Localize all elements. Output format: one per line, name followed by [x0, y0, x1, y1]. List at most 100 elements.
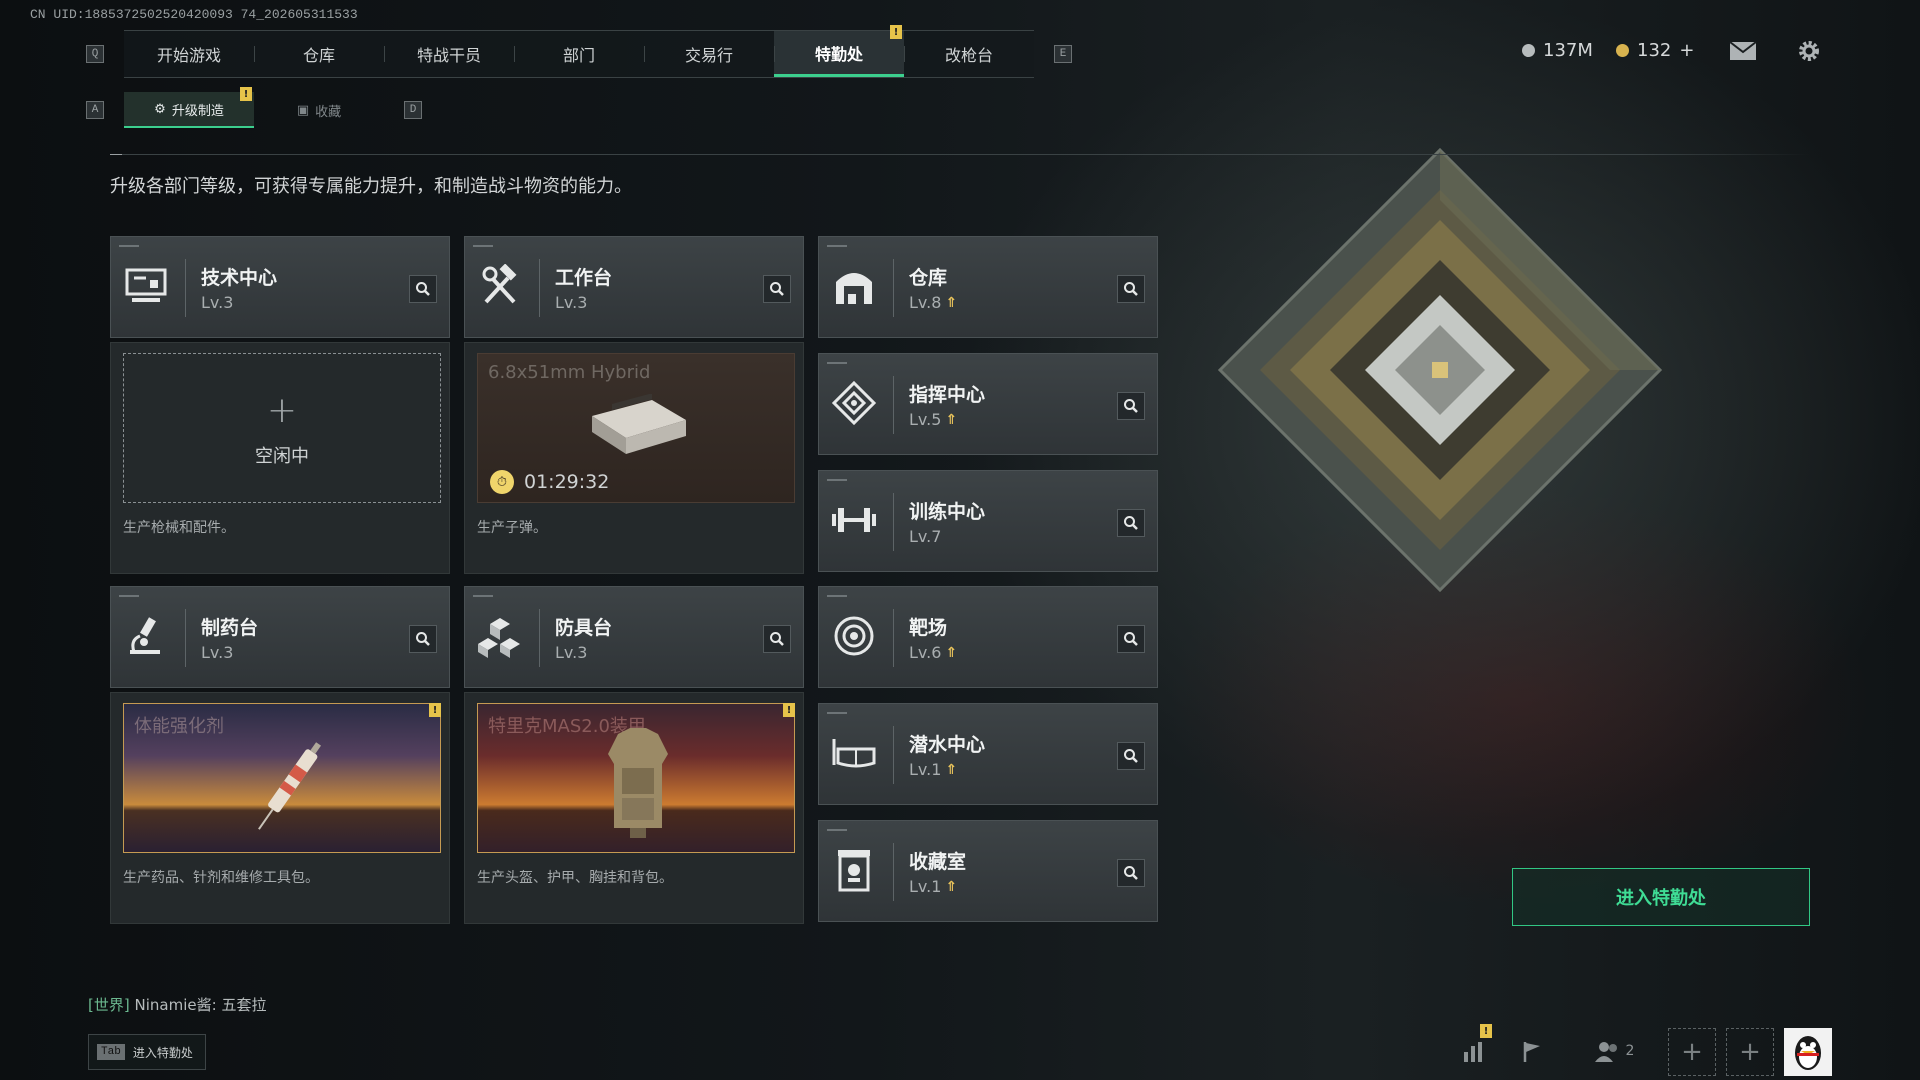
dept-name: 指挥中心: [909, 384, 986, 406]
dept-card-pharmacy[interactable]: 制药台 Lv.3: [110, 586, 450, 688]
tab-departments[interactable]: 部门: [514, 31, 644, 77]
dept-level: Lv.3: [201, 643, 234, 662]
penguin-icon: [1795, 1036, 1821, 1070]
special-ops-cube-illustration: [1210, 140, 1670, 600]
friends-count: 2: [1625, 1043, 1635, 1059]
tab-operators[interactable]: 特战干员: [384, 31, 514, 77]
header-divider: [110, 154, 1810, 155]
dept-card-armor-bench[interactable]: 防具台 Lv.3: [464, 586, 804, 688]
chat-channel: [世界]: [88, 996, 130, 1014]
production-slot[interactable]: 6.8x51mm Hybrid ⏱ 01:29:32: [477, 353, 795, 503]
idle-label: 空闲中: [255, 446, 309, 467]
production-slot[interactable]: 特里克MAS2.0装甲 !: [477, 703, 795, 853]
silver-currency: 137M: [1522, 40, 1593, 61]
chat-message[interactable]: [世界] Ninamie酱: 五套拉: [88, 994, 266, 1015]
dept-name: 仓库: [909, 267, 948, 289]
production-slot[interactable]: 体能强化剂 !: [123, 703, 441, 853]
tab-start-game[interactable]: 开始游戏: [124, 31, 254, 77]
search-icon[interactable]: [763, 275, 791, 303]
search-icon[interactable]: [409, 625, 437, 653]
clock-icon: ⏱: [490, 470, 514, 494]
dept-level: Lv.3: [201, 293, 234, 312]
nav-prev-key[interactable]: Q: [86, 45, 104, 63]
production-timer: ⏱ 01:29:32: [490, 470, 609, 494]
alert-badge: !: [1480, 1024, 1492, 1038]
dept-name: 工作台: [555, 267, 613, 289]
page-description: 升级各部门等级，可获得专属能力提升，和制造战斗物资的能力。: [110, 176, 632, 197]
search-icon[interactable]: [1117, 625, 1145, 653]
subnav-next-key[interactable]: D: [404, 101, 422, 119]
dept-name: 靶场: [909, 617, 948, 639]
dept-name: 防具台: [555, 617, 613, 639]
dumbbell-icon: [829, 495, 879, 545]
tab-upgrade-craft[interactable]: ⚙ 升级制造 !: [124, 87, 254, 128]
dept-name: 潜水中心: [909, 734, 986, 756]
dept-card-workbench[interactable]: 工作台 Lv.3: [464, 236, 804, 338]
armor-vest-image: [608, 728, 668, 838]
dept-card-training-center[interactable]: 训练中心 Lv.7: [818, 470, 1158, 572]
tab-warehouse[interactable]: 仓库: [254, 31, 384, 77]
armor-production-panel: 特里克MAS2.0装甲 ! 生产头盔、护甲、胸挂和背包。: [464, 692, 804, 924]
settings-gear-icon[interactable]: [1794, 38, 1824, 64]
sub-tabs: ⚙ 升级制造 ! ▣ 收藏: [124, 87, 384, 128]
target-icon: [829, 611, 879, 661]
tab-key: Tab: [97, 1044, 125, 1060]
enter-special-ops-button[interactable]: 进入特勤处: [1512, 868, 1810, 926]
dept-card-warehouse[interactable]: 仓库 Lv.8 ⇑: [818, 236, 1158, 338]
tab-hint[interactable]: Tab 进入特勤处: [88, 1034, 206, 1070]
search-icon[interactable]: [1117, 509, 1145, 537]
dept-card-collection-room[interactable]: 收藏室 Lv.1 ⇑: [818, 820, 1158, 922]
subnav-prev-key[interactable]: A: [86, 101, 104, 119]
dept-level: Lv.7: [909, 527, 942, 546]
search-icon[interactable]: [1117, 392, 1145, 420]
tab-trading[interactable]: 交易行: [644, 31, 774, 77]
chat-user: Ninamie酱:: [134, 996, 217, 1014]
idle-slot[interactable]: + 空闲中: [123, 353, 441, 503]
dept-name: 制药台: [201, 617, 259, 639]
dept-card-shooting-range[interactable]: 靶场 Lv.6 ⇑: [818, 586, 1158, 688]
upgrade-arrow-icon: ⇑: [945, 878, 958, 895]
add-gold-button[interactable]: +: [1679, 40, 1694, 61]
dept-level: Lv.3: [555, 293, 588, 312]
tab-special-ops[interactable]: 特勤处!: [774, 25, 904, 77]
sub-nav: A ⚙ 升级制造 ! ▣ 收藏 D: [86, 87, 422, 128]
search-icon[interactable]: [763, 625, 791, 653]
alert-badge: !: [890, 25, 902, 39]
flag-icon[interactable]: [1512, 1030, 1552, 1072]
search-icon[interactable]: [409, 275, 437, 303]
ammo-box-image: [592, 394, 686, 454]
upgrade-arrow-icon: ⇑: [945, 294, 958, 311]
dept-card-diving-center[interactable]: 潜水中心 Lv.1 ⇑: [818, 703, 1158, 805]
friends-icon: [1594, 1042, 1617, 1062]
qq-avatar[interactable]: [1784, 1028, 1832, 1076]
upgrade-arrow-icon: ⇑: [945, 644, 958, 661]
craft-icon: ⚙: [154, 101, 166, 117]
microscope-icon: [121, 611, 171, 661]
dept-level: Lv.6 ⇑: [909, 643, 958, 662]
friends-button[interactable]: 2: [1586, 1030, 1642, 1072]
search-icon[interactable]: [1117, 742, 1145, 770]
diving-mask-icon: [829, 728, 879, 778]
dept-card-command-center[interactable]: 指挥中心 Lv.5 ⇑: [818, 353, 1158, 455]
dept-level: Lv.5 ⇑: [909, 410, 958, 429]
command-icon: [829, 378, 879, 428]
tab-collection[interactable]: ▣ 收藏: [254, 92, 384, 128]
production-description: 生产头盔、护甲、胸挂和背包。: [477, 870, 673, 886]
gold-currency: 132 +: [1616, 40, 1694, 61]
add-squad-slot-button[interactable]: +: [1726, 1028, 1774, 1076]
nav-next-key[interactable]: E: [1054, 45, 1072, 63]
search-icon[interactable]: [1117, 275, 1145, 303]
warehouse-icon: [829, 261, 879, 311]
tab-gunsmith[interactable]: 改枪台: [904, 31, 1034, 77]
main-nav: Q 开始游戏 仓库 特战干员 部门 交易行 特勤处! 改枪台 E: [86, 25, 1072, 78]
search-icon[interactable]: [1117, 859, 1145, 887]
syringe-image: [258, 742, 322, 830]
stats-chart-icon[interactable]: !: [1454, 1024, 1494, 1072]
dept-card-tech-center[interactable]: 技术中心 Lv.3: [110, 236, 450, 338]
item-name: 6.8x51mm Hybrid: [488, 362, 651, 383]
add-squad-slot-button[interactable]: +: [1668, 1028, 1716, 1076]
collection-icon: ▣: [296, 102, 310, 118]
gold-coin-icon: [1616, 44, 1629, 57]
chat-text: 五套拉: [221, 996, 267, 1014]
mail-icon[interactable]: [1728, 38, 1758, 64]
